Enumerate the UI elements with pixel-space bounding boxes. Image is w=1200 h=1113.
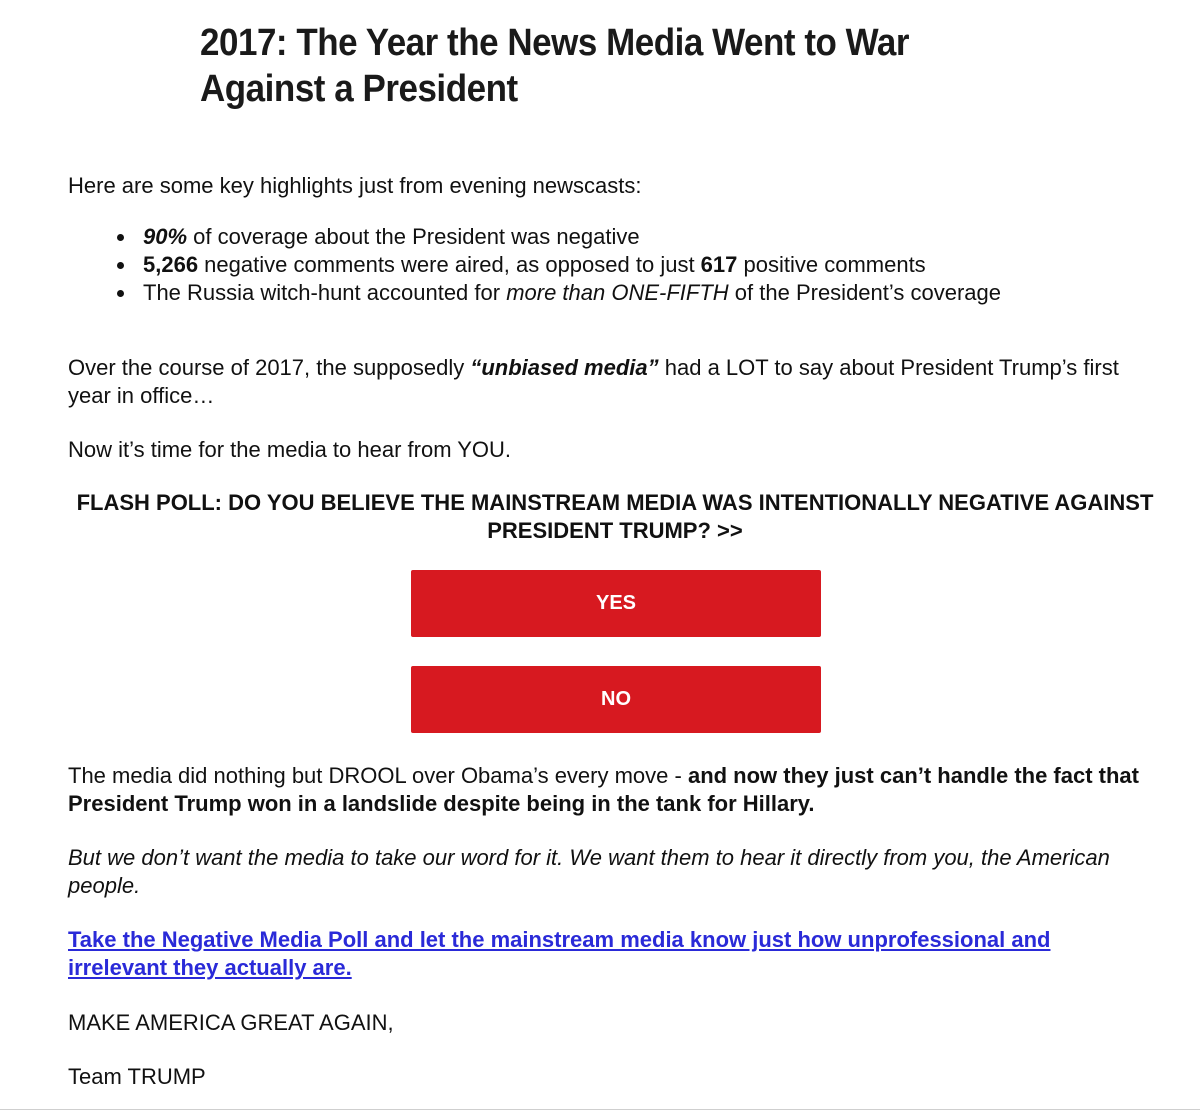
intro-text: Here are some key highlights just from e… <box>68 173 642 198</box>
highlights-list: 90% of coverage about the President was … <box>115 223 1155 307</box>
stat-negative-comments: 5,266 <box>143 252 199 277</box>
highlight-item-coverage: 90% of coverage about the President was … <box>115 223 1155 251</box>
highlight-item-comments-mid: negative comments were aired, as opposed… <box>198 252 701 277</box>
poll-question: FLASH POLL: DO YOU BELIEVE THE MAINSTREA… <box>76 490 1154 543</box>
highlight-item-russia-pre: The Russia witch-hunt accounted for <box>143 280 507 305</box>
signoff-text: MAKE AMERICA GREAT AGAIN, <box>68 1010 394 1035</box>
highlight-item-coverage-text: of coverage about the President was nega… <box>187 224 640 249</box>
media-drool-pre: The media did nothing but DROOL over Oba… <box>68 763 688 788</box>
media-drool-paragraph: The media did nothing but DROOL over Oba… <box>68 762 1148 818</box>
stat-positive-comments: 617 <box>700 252 738 277</box>
no-button[interactable]: NO <box>411 666 821 733</box>
over-pre: Over the course of 2017, the supposedly <box>68 355 471 380</box>
highlight-item-russia-em: more than ONE-FIFTH <box>506 280 729 305</box>
headline: 2017: The Year the News Media Went to Wa… <box>200 22 910 110</box>
highlight-item-comments-end: positive comments <box>737 252 926 277</box>
highlight-item-russia: The Russia witch-hunt accounted for more… <box>115 279 1155 307</box>
highlight-item-comments: 5,266 negative comments were aired, as o… <box>115 251 1155 279</box>
highlight-item-russia-post: of the President’s coverage <box>728 280 1001 305</box>
negative-media-poll-link[interactable]: Take the Negative Media Poll and let the… <box>68 926 1148 982</box>
team-signature: Team TRUMP <box>68 1064 206 1089</box>
bottom-divider <box>0 1109 1200 1110</box>
over-the-course-paragraph: Over the course of 2017, the supposedly … <box>68 354 1148 410</box>
unbiased-media-emphasis: “unbiased media” <box>470 355 659 380</box>
now-paragraph: Now it’s time for the media to hear from… <box>68 437 512 462</box>
take-our-word-paragraph: But we don’t want the media to take our … <box>68 845 1110 898</box>
stat-ninety-percent: 90% <box>143 224 188 249</box>
yes-button[interactable]: YES <box>411 570 821 637</box>
